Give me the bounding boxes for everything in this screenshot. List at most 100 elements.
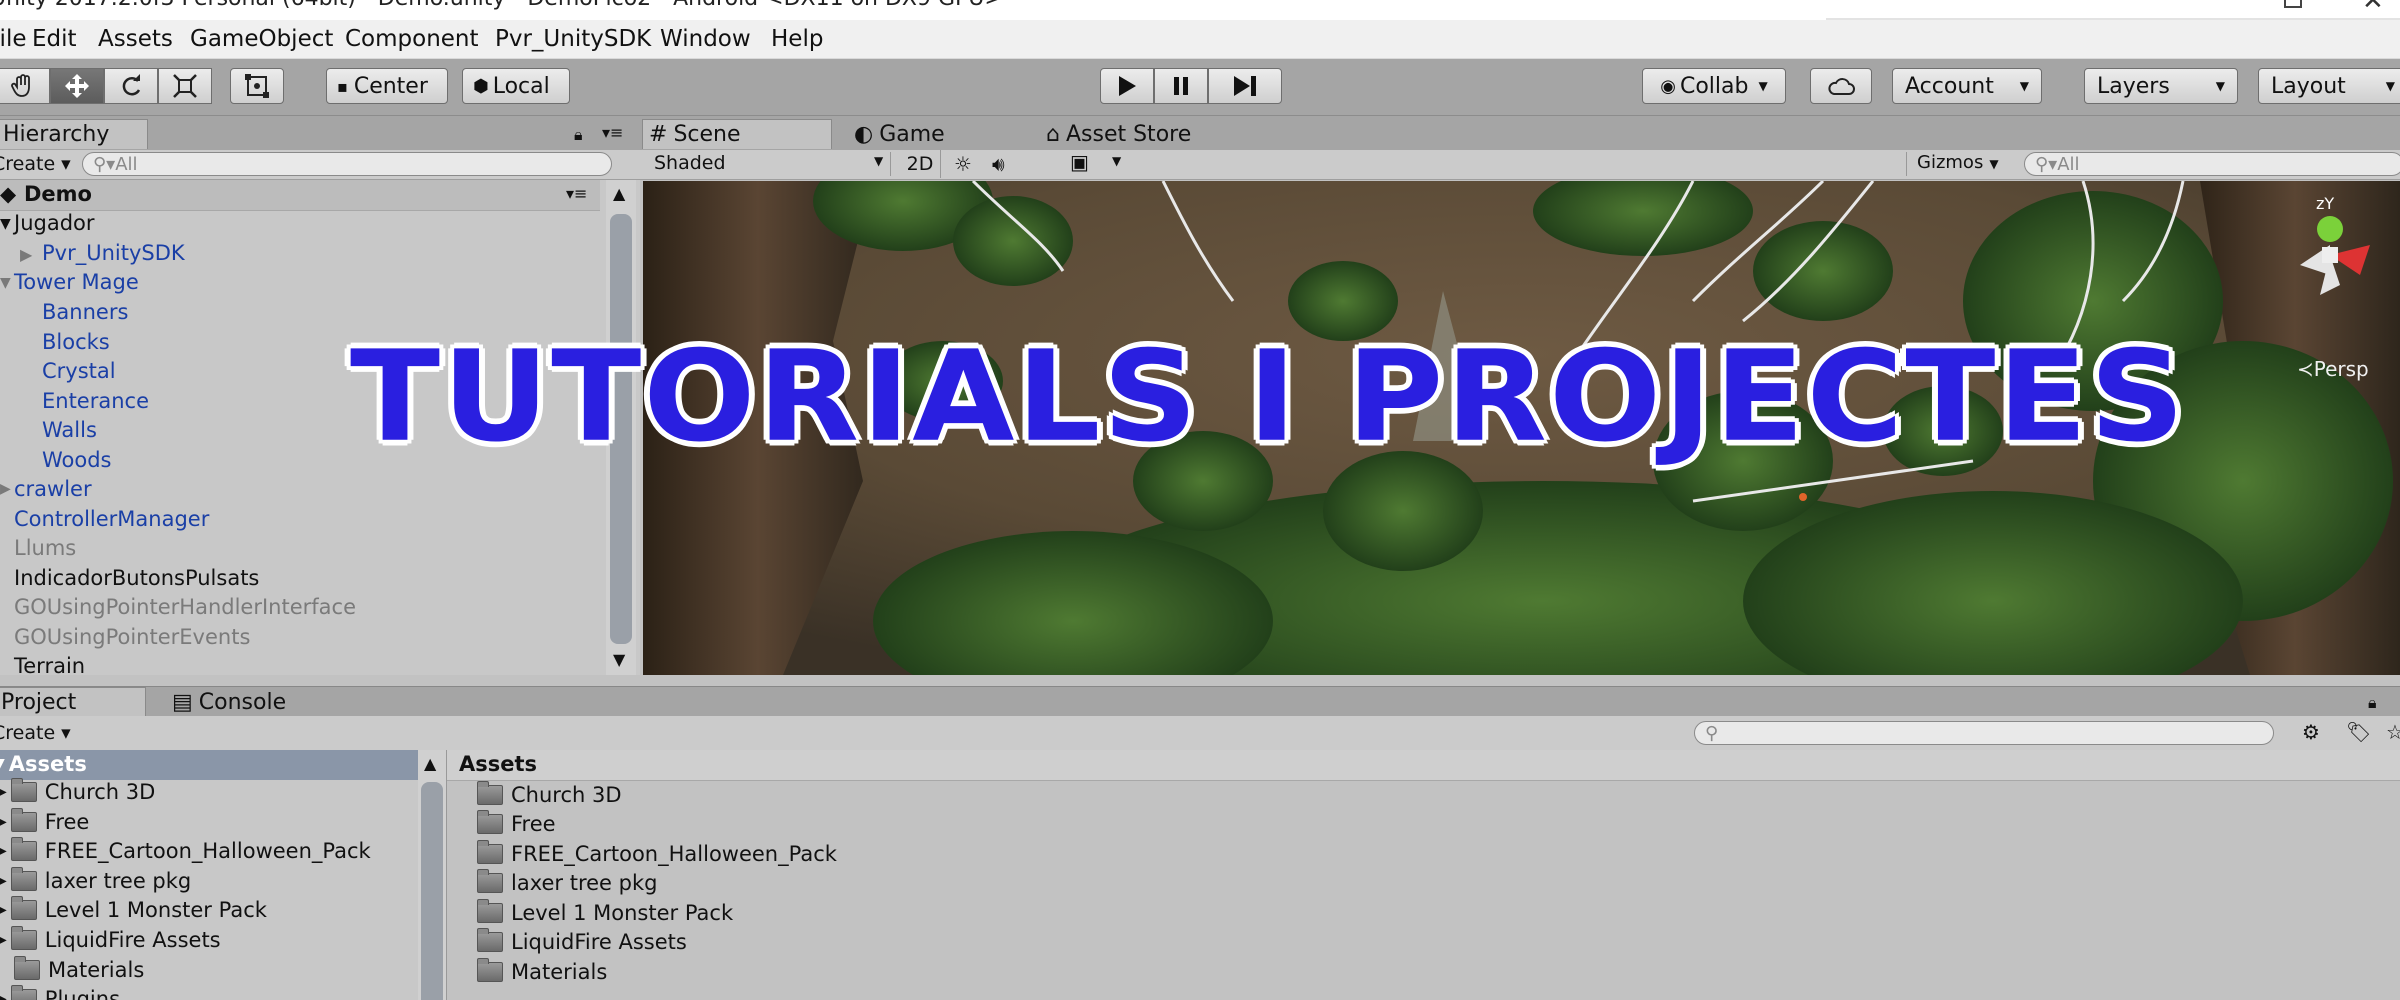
menu-pvr-unitysdk[interactable]: Pvr_UnitySDK <box>495 26 651 52</box>
asset-folder[interactable]: LiquidFire Assets <box>477 928 687 954</box>
gizmos-dropdown[interactable]: Gizmos ▼ <box>1906 152 1999 176</box>
asset-folder[interactable]: Materials <box>477 958 607 984</box>
move-tool-button[interactable] <box>50 68 104 104</box>
perspective-label[interactable]: ≺Persp <box>2297 357 2369 381</box>
scene-search-input[interactable]: ⚲▾ All <box>2024 152 2400 176</box>
tree-item[interactable]: ▶Free <box>0 808 89 834</box>
hierarchy-create-dropdown[interactable]: Create ▾ <box>0 153 71 175</box>
hierarchy-item-walls[interactable]: Walls <box>42 418 97 442</box>
hand-tool-button[interactable] <box>0 68 50 104</box>
menu-window[interactable]: Window <box>660 26 751 52</box>
hierarchy-item-banners[interactable]: Banners <box>42 300 128 324</box>
hierarchy-item-gousingpointerevents[interactable]: GOUsingPointerEvents <box>14 625 250 649</box>
move-arrows-icon <box>65 74 89 98</box>
effects-image-icon[interactable]: ▣ <box>1070 150 1089 174</box>
menu-file[interactable]: File <box>0 26 27 52</box>
project-tree-scroll-thumb[interactable] <box>421 782 443 1000</box>
lock-icon[interactable]: 🔒︎ <box>2368 693 2377 713</box>
asset-folder[interactable]: FREE_Cartoon_Halloween_Pack <box>477 840 837 866</box>
lock-icon[interactable]: 🔒︎ <box>574 125 583 145</box>
tree-item[interactable]: ▶FREE_Cartoon_Halloween_Pack <box>0 837 371 863</box>
scene-header-row[interactable]: ◆ Demo ▾≡ <box>0 180 600 211</box>
step-button[interactable] <box>1208 68 1282 104</box>
orientation-gizmo[interactable]: zY <box>2260 195 2400 325</box>
chevron-down-icon: ▼ <box>2215 79 2225 93</box>
project-search-input[interactable]: ⚲ <box>1694 721 2274 745</box>
hierarchy-item-crawler[interactable]: crawler <box>14 477 92 501</box>
hierarchy-item-woods[interactable]: Woods <box>42 448 112 472</box>
tab-hierarchy[interactable]: Hierarchy <box>0 119 148 149</box>
pause-button[interactable] <box>1154 68 1208 104</box>
cloud-button[interactable] <box>1810 68 1872 104</box>
favorite-star-icon[interactable]: ☆ <box>2386 720 2400 744</box>
pivot-center-button[interactable]: ▪︎ Center <box>326 68 448 104</box>
hierarchy-item-tower-mage[interactable]: Tower Mage <box>14 270 139 294</box>
scroll-up-arrow-icon[interactable]: ▲ <box>424 754 436 773</box>
audio-speaker-icon[interactable]: 🔊︎ <box>992 152 1005 176</box>
expand-triangle-icon[interactable]: ▶ <box>20 245 32 264</box>
collab-dropdown[interactable]: ◉ Collab ▼ <box>1642 68 1786 104</box>
filter-by-type-icon[interactable]: ⚙ <box>2302 720 2320 744</box>
expand-triangle-icon: ▶ <box>0 814 7 830</box>
scroll-down-arrow-icon[interactable]: ▼ <box>613 650 625 669</box>
folder-icon <box>477 810 503 834</box>
layers-dropdown[interactable]: Layers ▼ <box>2084 68 2238 104</box>
expand-triangle-icon[interactable]: ▼ <box>0 275 11 291</box>
tab-scene[interactable]: # Scene <box>642 119 832 149</box>
hierarchy-item-blocks[interactable]: Blocks <box>42 330 110 354</box>
menu-component[interactable]: Component <box>345 26 479 52</box>
tree-item[interactable]: ▶Plugins <box>0 985 120 1000</box>
tab-asset-store[interactable]: ⌂ Asset Store <box>1040 119 1240 149</box>
menu-help[interactable]: Help <box>771 26 823 52</box>
asset-folder[interactable]: laxer tree pkg <box>477 869 657 895</box>
hierarchy-item-gousingpointerhandlerinterface[interactable]: GOUsingPointerHandlerInterface <box>14 595 356 619</box>
hierarchy-item-crystal[interactable]: Crystal <box>42 359 116 383</box>
tree-item[interactable]: ▶Level 1 Monster Pack <box>0 896 267 922</box>
lighting-sun-icon[interactable]: ☼ <box>954 152 972 176</box>
scale-tool-button[interactable] <box>158 68 212 104</box>
scroll-up-arrow-icon[interactable]: ▲ <box>613 184 625 203</box>
expand-triangle-icon[interactable]: ▶ <box>0 481 11 497</box>
hierarchy-item-indicadorbutonspulsats[interactable]: IndicadorButonsPulsats <box>14 566 259 590</box>
layout-dropdown[interactable]: Layout ▼ <box>2258 68 2400 104</box>
mode-2d-toggle[interactable]: 2D <box>900 150 941 178</box>
breadcrumb[interactable]: Assets <box>459 752 537 776</box>
tab-console[interactable]: ▤ Console <box>166 687 316 717</box>
tree-item[interactable]: Materials <box>14 956 144 982</box>
play-button[interactable] <box>1100 68 1154 104</box>
pivot-local-button[interactable]: ⬢ Local <box>462 68 570 104</box>
close-window-icon[interactable]: ✕ <box>2362 0 2384 16</box>
hierarchy-item-controllermanager[interactable]: ControllerManager <box>14 507 209 531</box>
project-toolbar: Create ▾ ⚲ ⚙ 🏷︎ ☆ <box>0 716 2400 751</box>
panel-menu-icon[interactable]: ▾≡ <box>602 123 623 142</box>
tab-game[interactable]: ◐ Game <box>848 119 1028 149</box>
menu-gameobject[interactable]: GameObject <box>190 26 333 52</box>
expand-triangle-icon[interactable]: ▼ <box>0 216 11 232</box>
restore-window-icon[interactable] <box>2284 0 2302 8</box>
tree-item[interactable]: ▶Church 3D <box>0 778 155 804</box>
scene-menu-icon[interactable]: ▾≡ <box>566 184 587 203</box>
hierarchy-item-enterance[interactable]: Enterance <box>42 389 149 413</box>
hierarchy-item-llums[interactable]: Llums <box>14 536 76 560</box>
game-tab-label: Game <box>879 121 945 147</box>
hierarchy-item-terrain[interactable]: Terrain <box>14 654 85 678</box>
hierarchy-item-pvr-unitysdk[interactable]: Pvr_UnitySDK <box>42 241 185 265</box>
asset-folder[interactable]: Free <box>477 810 556 836</box>
account-dropdown[interactable]: Account ▼ <box>1892 68 2042 104</box>
tree-root-row[interactable]: ▼Assets <box>0 750 420 780</box>
shading-mode-dropdown[interactable]: Shaded ▼ <box>654 152 891 176</box>
menu-edit[interactable]: Edit <box>32 26 77 52</box>
asset-folder[interactable]: Level 1 Monster Pack <box>477 899 733 925</box>
tree-item[interactable]: ▶laxer tree pkg <box>0 867 191 893</box>
tab-project[interactable]: Project <box>0 687 146 717</box>
project-create-dropdown[interactable]: Create ▾ <box>0 722 71 744</box>
rect-tool-button[interactable] <box>230 68 284 104</box>
rotate-tool-button[interactable] <box>104 68 158 104</box>
hierarchy-search-input[interactable]: ⚲▾ All <box>82 152 612 176</box>
tree-item[interactable]: ▶LiquidFire Assets <box>0 926 221 952</box>
chevron-down-icon[interactable]: ▼ <box>1112 154 1121 168</box>
filter-by-label-icon[interactable]: 🏷︎ <box>2346 720 2371 744</box>
menu-assets[interactable]: Assets <box>98 26 173 52</box>
hierarchy-item-jugador[interactable]: Jugador <box>14 211 95 235</box>
asset-folder[interactable]: Church 3D <box>477 781 622 807</box>
